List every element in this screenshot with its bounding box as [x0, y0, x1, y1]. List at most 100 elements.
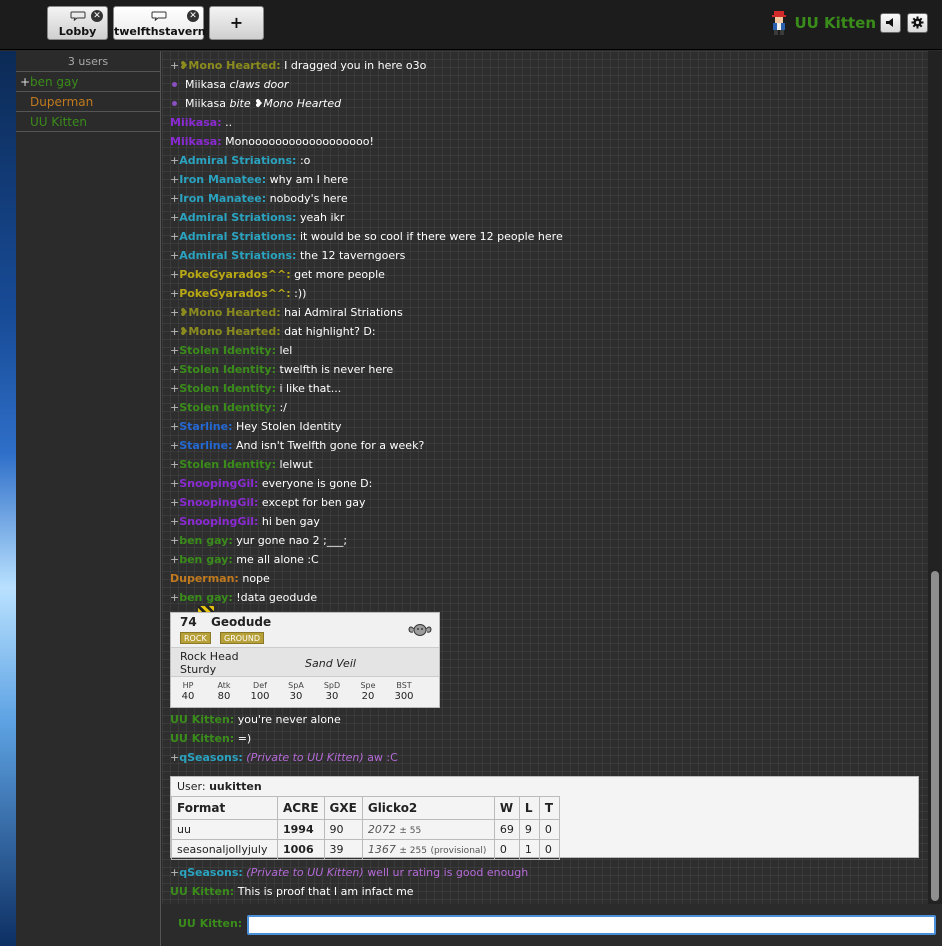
message-text: And isn't Twelfth gone for a week?: [235, 439, 425, 452]
pokemon-name[interactable]: Geodude: [211, 615, 271, 629]
losses-cell: 9: [518, 819, 540, 840]
message-author[interactable]: qSeasons:: [179, 866, 243, 879]
column-header: Format: [171, 796, 278, 820]
chat-input-bar: UU Kitten:: [162, 904, 942, 946]
close-tab-icon[interactable]: ✕: [91, 10, 103, 22]
message-author[interactable]: Miikasa: [185, 97, 226, 110]
stat-spd: SpD 30: [314, 681, 350, 702]
message-text: I dragged you in here o3o: [284, 59, 427, 72]
message-text: why am I here: [269, 173, 349, 186]
striped-marker-icon: [198, 606, 214, 612]
message-text: Hey Stolen Identity: [235, 420, 342, 433]
ties-cell: 0: [538, 839, 560, 860]
chat-message: UU Kitten: =): [170, 729, 251, 748]
glicko-value: 2072: [367, 823, 396, 836]
message-author[interactable]: Iron Manatee:: [179, 173, 266, 186]
message-author[interactable]: Stolen Identity:: [179, 401, 276, 414]
gxe-cell: 90: [323, 819, 363, 840]
message-rank: +: [170, 477, 180, 490]
message-author[interactable]: SnoopingGil:: [179, 496, 258, 509]
settings-button[interactable]: [907, 13, 928, 33]
message-author[interactable]: PokeGyarados^^:: [179, 268, 290, 281]
tab-twelfthstavern[interactable]: ✕ twelfthstavern: [113, 6, 206, 40]
message-rank: +: [170, 553, 180, 566]
message-author[interactable]: SnoopingGil:: [179, 477, 258, 490]
message-text: lelwut: [279, 458, 313, 471]
new-tab-button[interactable]: +: [209, 6, 264, 40]
message-author[interactable]: ben gay:: [179, 553, 233, 566]
chat-message: +Stolen Identity: lel: [170, 341, 292, 360]
message-rank: +: [170, 751, 180, 764]
wins-cell: 69: [493, 819, 520, 840]
glicko-value: 1367: [367, 843, 396, 856]
dex-number: 74: [180, 615, 197, 629]
message-text: ..: [225, 116, 233, 129]
chat-message: +ben gay: me all alone :C: [170, 550, 319, 569]
message-author[interactable]: ❥Mono Hearted:: [179, 59, 280, 72]
tab-label: twelfthstavern: [114, 25, 206, 38]
private-message: +qSeasons: (Private to UU Kitten) aw :C: [170, 748, 398, 767]
acre-value: 1994: [283, 823, 314, 836]
message-author[interactable]: Stolen Identity:: [179, 458, 276, 471]
message-author[interactable]: Stolen Identity:: [179, 363, 276, 376]
message-author[interactable]: Starline:: [179, 420, 232, 433]
message-author[interactable]: Admiral Striations:: [179, 211, 296, 224]
message-text: :/: [279, 401, 287, 414]
user-list-item[interactable]: UU Kitten: [16, 112, 160, 132]
message-author[interactable]: Admiral Striations:: [179, 154, 296, 167]
message-author[interactable]: ben gay:: [179, 591, 233, 604]
message-author[interactable]: Duperman:: [170, 572, 239, 585]
message-text: well ur rating is good enough: [367, 866, 529, 879]
message-author[interactable]: Miikasa:: [170, 135, 222, 148]
acre-cell: 1006: [277, 839, 325, 860]
message-author[interactable]: Admiral Striations:: [179, 230, 296, 243]
message-text: the 12 taverngoers: [299, 249, 406, 262]
message-author[interactable]: qSeasons:: [179, 751, 243, 764]
message-author[interactable]: ben gay:: [179, 534, 233, 547]
message-text: everyone is gone D:: [261, 477, 373, 490]
ranking-user-label: User:: [177, 780, 206, 793]
message-author[interactable]: UU Kitten:: [170, 732, 234, 745]
message-rank: +: [170, 515, 180, 528]
format-cell: seasonaljollyjuly: [171, 839, 278, 860]
chat-message: +ben gay: !data geodude: [170, 588, 317, 607]
column-header: T: [538, 796, 560, 820]
message-author[interactable]: PokeGyarados^^:: [179, 287, 290, 300]
user-list-item[interactable]: +ben gay: [16, 72, 160, 92]
tab-lobby[interactable]: ✕ Lobby: [47, 6, 108, 40]
chat-message: +Admiral Striations: yeah ikr: [170, 208, 344, 227]
chat-scrollbar[interactable]: [928, 51, 942, 904]
sound-button[interactable]: [880, 13, 901, 33]
stat-value: 80: [217, 691, 231, 702]
message-author[interactable]: Admiral Striations:: [179, 249, 296, 262]
ranking-table: Format ACRE GXE Glicko2 W L T uu 1994 90…: [171, 796, 560, 860]
message-author[interactable]: Starline:: [179, 439, 232, 452]
scrollbar-thumb[interactable]: [931, 571, 939, 901]
stat-hp: HP 40: [170, 681, 206, 702]
column-header: GXE: [323, 796, 363, 820]
message-text: get more people: [294, 268, 385, 281]
message-rank: +: [170, 192, 180, 205]
message-author[interactable]: UU Kitten:: [170, 713, 234, 726]
message-author[interactable]: Iron Manatee:: [179, 192, 266, 205]
chat-message: +Stolen Identity: lelwut: [170, 455, 313, 474]
message-author[interactable]: Miikasa:: [170, 116, 222, 129]
message-author[interactable]: UU Kitten:: [170, 885, 234, 898]
message-author[interactable]: Stolen Identity:: [179, 344, 276, 357]
message-author[interactable]: SnoopingGil:: [179, 515, 258, 528]
message-author[interactable]: ❥Mono Hearted:: [179, 325, 280, 338]
abilities-row: Rock Head Sturdy Sand Veil: [171, 647, 439, 677]
message-text: dat highlight? D:: [284, 325, 376, 338]
message-text: you're never alone: [237, 713, 341, 726]
message-rank: +: [170, 173, 180, 186]
user-list-item[interactable]: Duperman: [16, 92, 160, 112]
message-text: except for ben gay: [261, 496, 366, 509]
close-tab-icon[interactable]: ✕: [187, 10, 199, 22]
message-author[interactable]: Stolen Identity:: [179, 382, 276, 395]
current-user[interactable]: UU Kitten: [768, 10, 876, 36]
message-author[interactable]: ❥Mono Hearted:: [179, 306, 280, 319]
chat-message: Miikasa: ..: [170, 113, 232, 132]
message-author[interactable]: Miikasa: [185, 78, 226, 91]
top-bar: ✕ Lobby ✕ twelfthstavern + UU Kitten: [0, 0, 942, 50]
chat-input[interactable]: [247, 915, 936, 935]
